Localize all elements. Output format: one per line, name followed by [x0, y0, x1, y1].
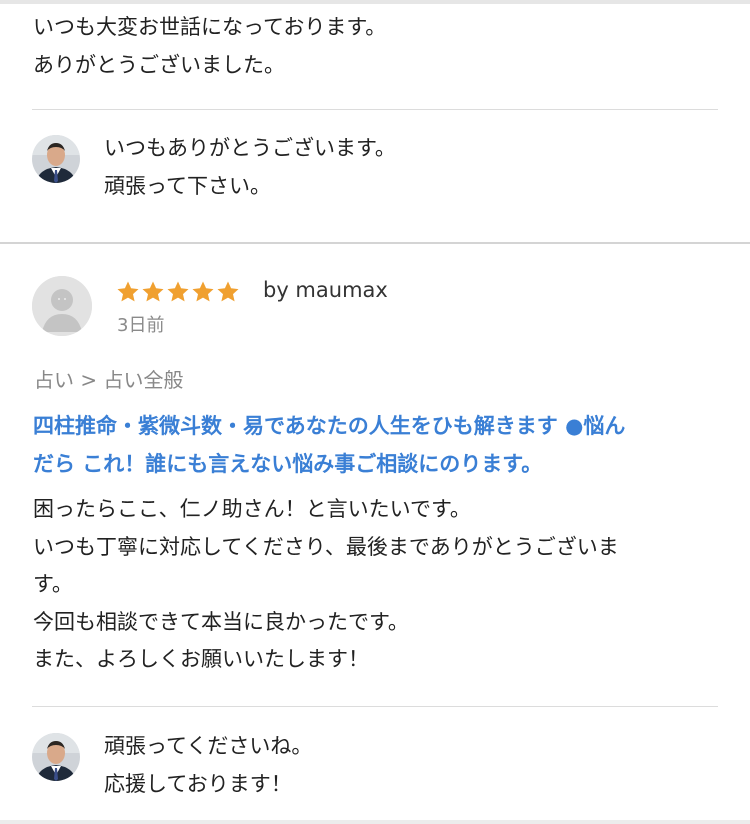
review-line: 今回も相談できて本当に良かったです。 [33, 609, 409, 634]
service-title-line: 四柱推命・紫微斗数・易であなたの人生をひも解きます ●悩ん [33, 414, 626, 438]
prev-review-body: いつも大変お世話になっております。 ありがとうございました。 [33, 8, 386, 84]
default-user-avatar[interactable] [32, 276, 92, 336]
service-title-line: だら これ！誰にも言えない悩み事ご相談にのります。 [33, 452, 543, 476]
review-line: また、よろしくお願いいたします！ [33, 647, 369, 671]
review-line: 困ったらここ、仁ノ助さん！と言いたいです。 [33, 497, 471, 521]
star-icon [142, 281, 164, 302]
review-line: す。 [33, 572, 73, 596]
seller-reply-text: いつもありがとうございます。 頑張って下さい。 [104, 129, 396, 205]
reply-line: いつもありがとうございます。 [104, 136, 396, 160]
reply-line: 頑張ってくださいね。 [104, 734, 313, 758]
review-separator [0, 242, 750, 244]
reply-divider [32, 706, 718, 707]
reply-line: 頑張って下さい。 [104, 174, 271, 198]
review-separator [0, 820, 750, 824]
reply-divider [32, 109, 718, 110]
prev-review-line: いつも大変お世話になっております。 [33, 15, 387, 39]
service-category[interactable]: 占い > 占い全般 [34, 366, 183, 394]
review-body: 困ったらここ、仁ノ助さん！と言いたいです。 いつも丁寧に対応してくださり、最後ま… [33, 491, 723, 679]
star-icon [117, 281, 139, 302]
top-edge [0, 0, 750, 4]
service-title-link[interactable]: 四柱推命・紫微斗数・易であなたの人生をひも解きます ●悩ん だら これ！誰にも言… [33, 407, 723, 483]
star-icon [217, 281, 239, 302]
review-header: by maumax 3日前 [32, 276, 722, 346]
review-date: 3日前 [117, 315, 165, 336]
rating-stars [116, 280, 240, 304]
review-line: いつも丁寧に対応してくださり、最後までありがとうございま [33, 534, 619, 559]
seller-photo-avatar[interactable] [32, 733, 80, 781]
seller-photo-avatar[interactable] [32, 135, 80, 183]
prev-review-line: ありがとうございました。 [33, 53, 285, 77]
reply-line: 応援しております！ [104, 772, 292, 796]
star-icon [192, 281, 214, 302]
reviewer-name[interactable]: by maumax [263, 276, 388, 304]
seller-reply-text: 頑張ってくださいね。 応援しております！ [104, 727, 312, 803]
star-icon [167, 281, 189, 302]
